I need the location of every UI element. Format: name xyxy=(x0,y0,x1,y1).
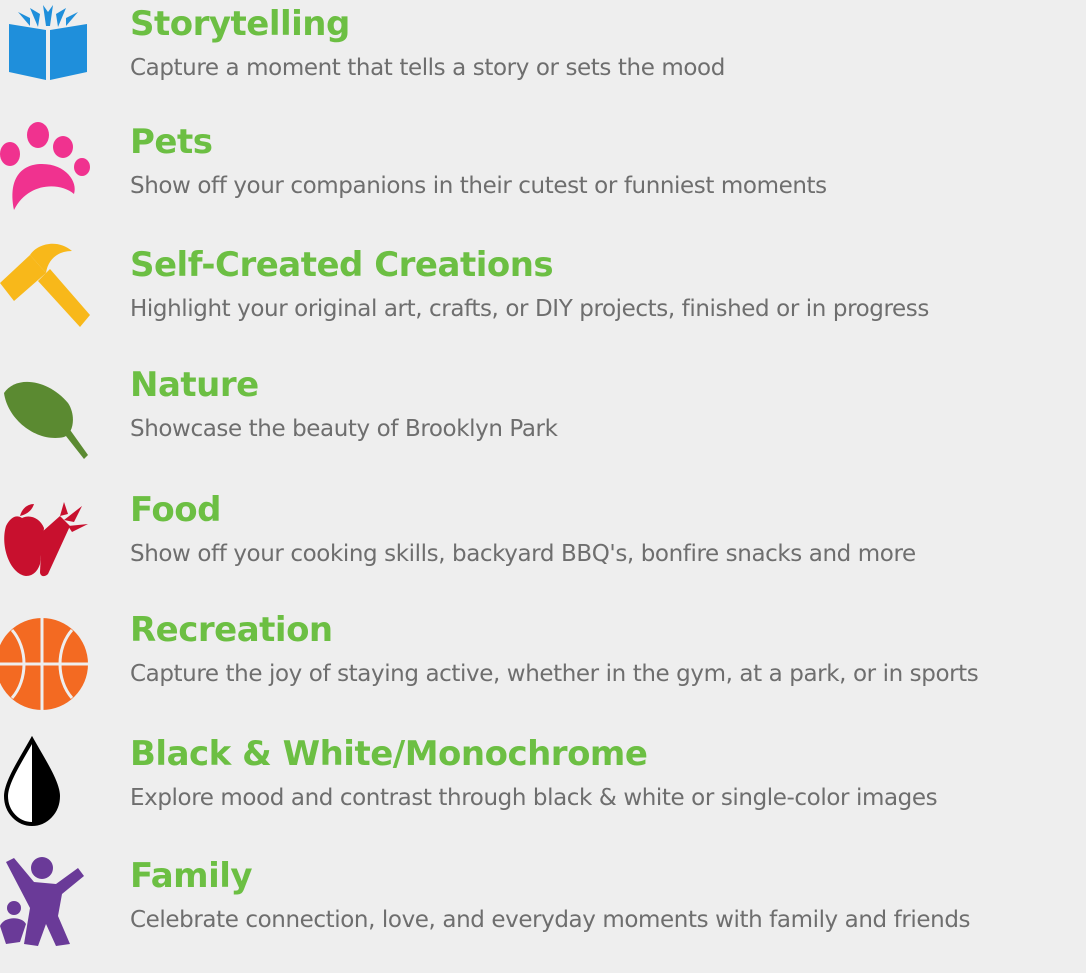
category-title: Storytelling xyxy=(130,4,350,44)
category-title: Food xyxy=(130,490,221,530)
category-title: Self-Created Creations xyxy=(130,245,554,285)
family-icon xyxy=(0,854,96,946)
category-pets: Pets Show off your companions in their c… xyxy=(0,118,1086,228)
category-nature: Nature Showcase the beauty of Brooklyn P… xyxy=(0,361,1086,471)
category-description: Show off your cooking skills, backyard B… xyxy=(130,541,916,567)
category-description: Highlight your original art, crafts, or … xyxy=(130,296,929,322)
category-monochrome: Black & White/Monochrome Explore mood an… xyxy=(0,730,1086,840)
category-title: Recreation xyxy=(130,610,333,650)
open-book-icon xyxy=(0,2,96,80)
category-food: Food Show off your cooking skills, backy… xyxy=(0,486,1086,596)
category-title: Black & White/Monochrome xyxy=(130,734,648,774)
category-title: Pets xyxy=(130,122,213,162)
category-description: Explore mood and contrast through black … xyxy=(130,785,938,811)
category-self-created-creations: Self-Created Creations Highlight your or… xyxy=(0,241,1086,351)
half-drop-icon xyxy=(0,732,96,827)
category-recreation: Recreation Capture the joy of staying ac… xyxy=(0,606,1086,716)
hammer-icon xyxy=(0,243,96,327)
category-family: Family Celebrate connection, love, and e… xyxy=(0,852,1086,962)
basketball-icon xyxy=(0,608,96,710)
category-title: Family xyxy=(130,856,253,896)
leaf-icon xyxy=(0,363,96,459)
apple-carrot-icon xyxy=(0,488,96,577)
paw-print-icon xyxy=(0,120,96,210)
category-description: Show off your companions in their cutest… xyxy=(130,173,827,199)
category-description: Capture a moment that tells a story or s… xyxy=(130,55,725,81)
category-description: Celebrate connection, love, and everyday… xyxy=(130,907,971,933)
category-description: Capture the joy of staying active, wheth… xyxy=(130,661,979,687)
category-description: Showcase the beauty of Brooklyn Park xyxy=(130,416,558,442)
category-storytelling: Storytelling Capture a moment that tells… xyxy=(0,0,1086,110)
category-list: Storytelling Capture a moment that tells… xyxy=(0,0,1086,973)
category-title: Nature xyxy=(130,365,259,405)
